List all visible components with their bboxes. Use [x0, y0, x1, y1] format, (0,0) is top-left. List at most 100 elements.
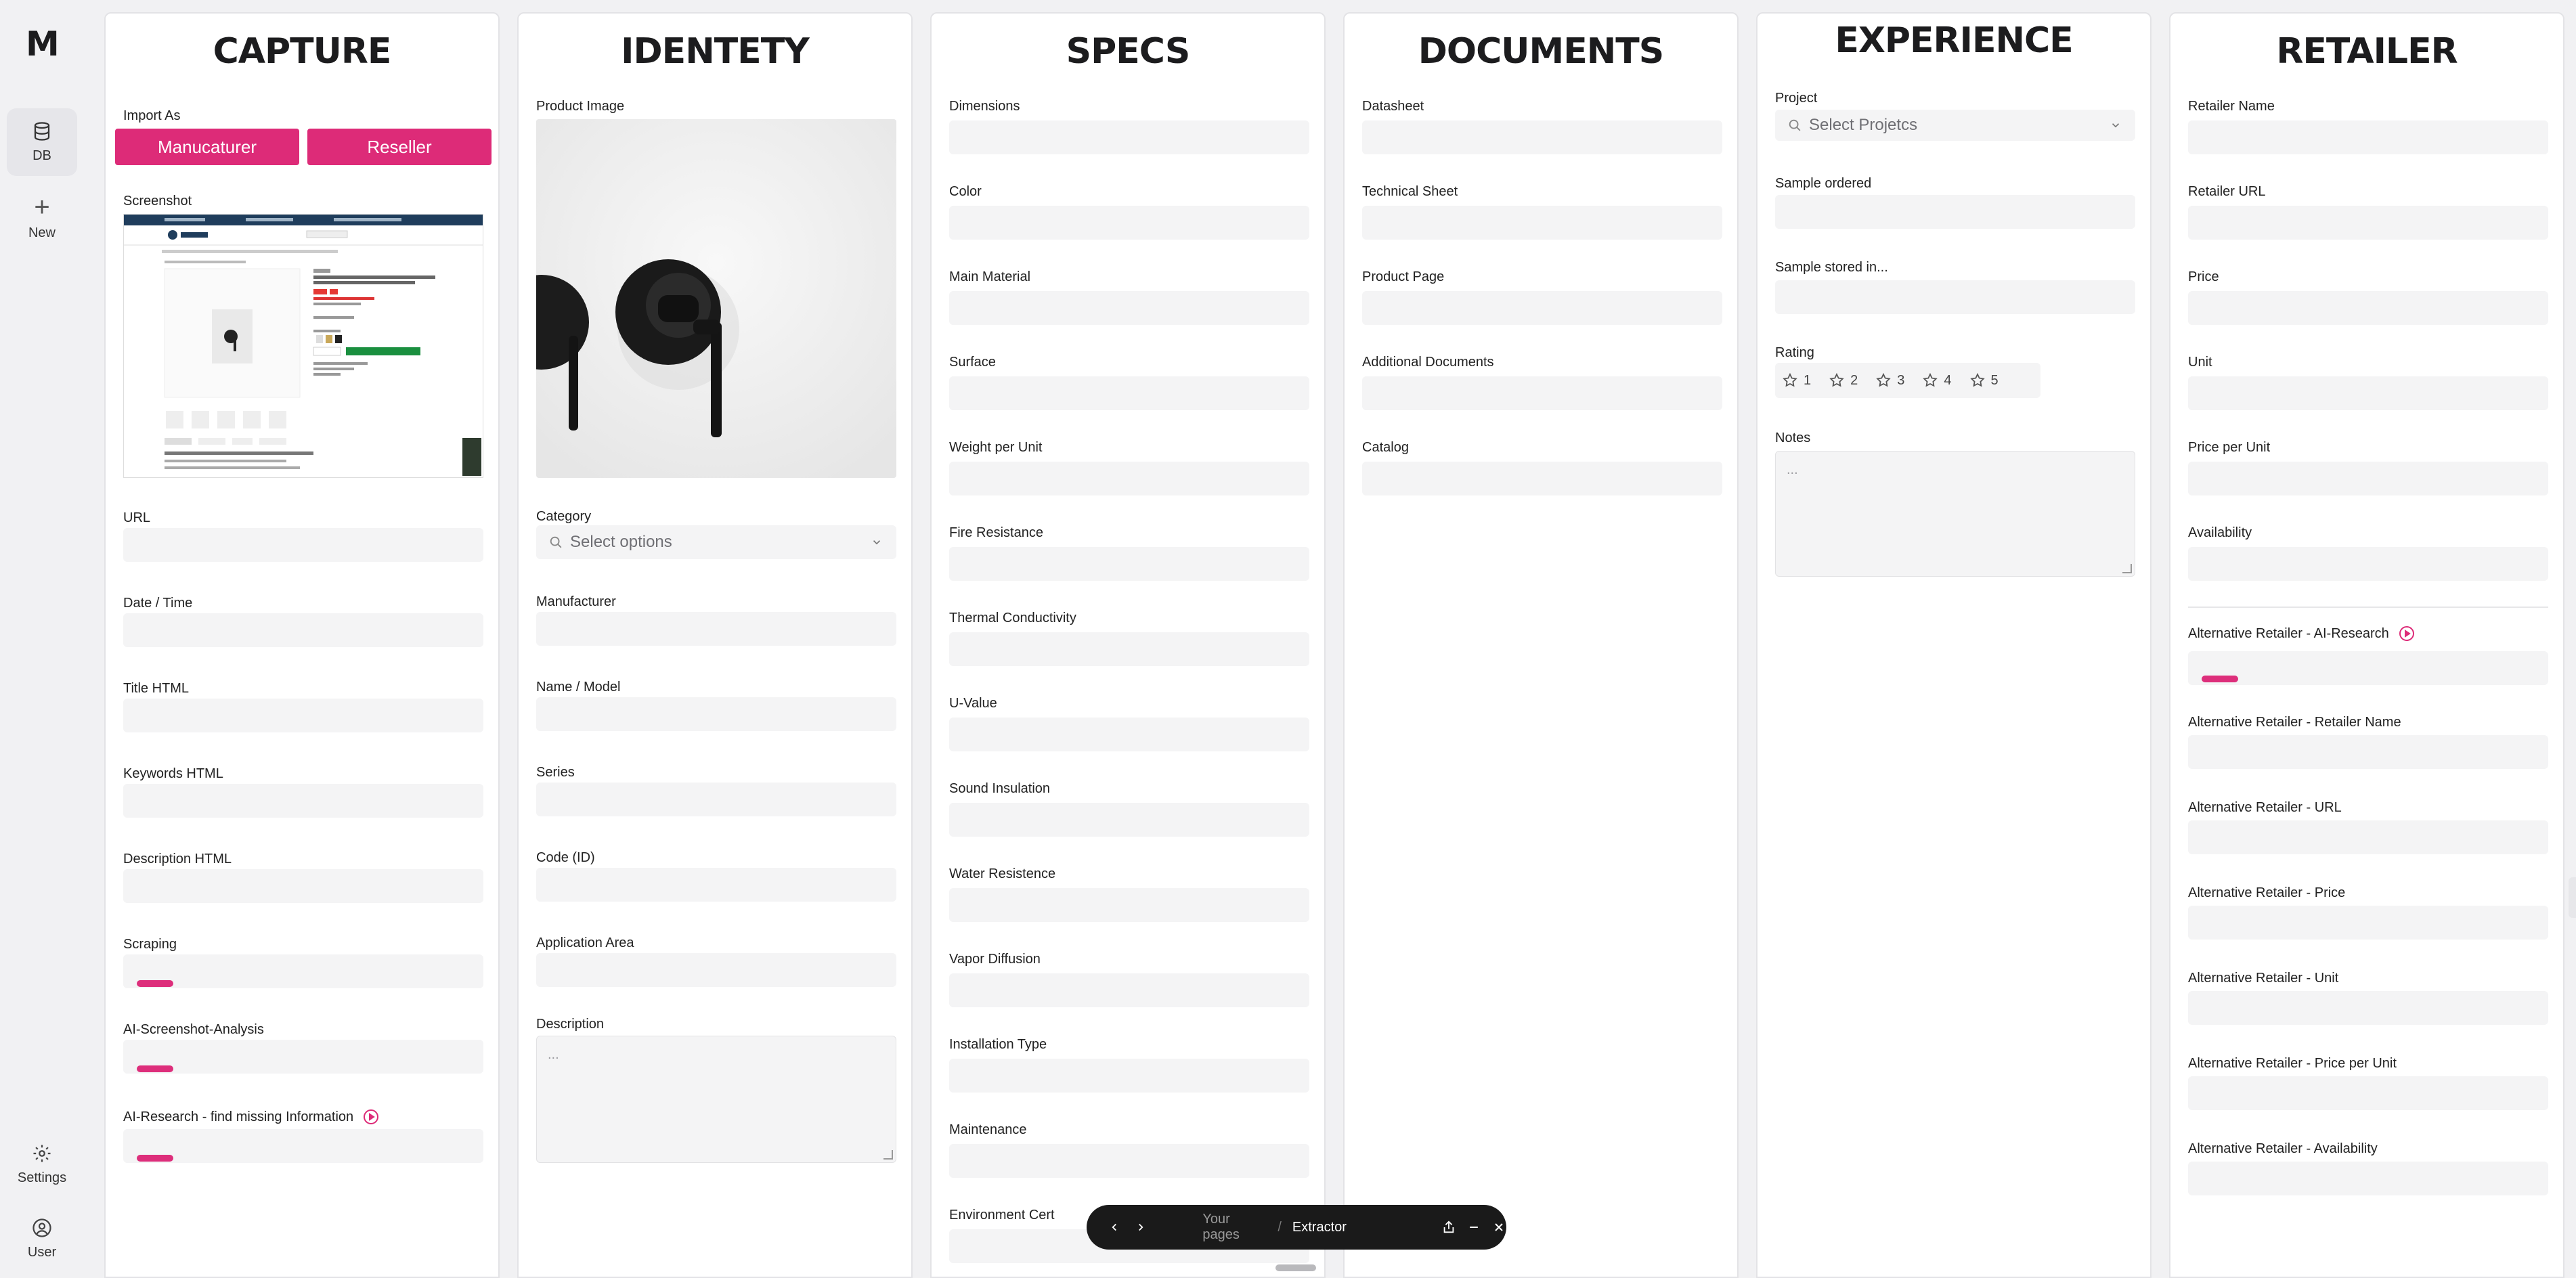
search-icon — [550, 536, 562, 548]
field-label: Retailer Name — [2188, 99, 2275, 114]
product-image[interactable] — [536, 119, 896, 478]
title-html-input[interactable] — [123, 699, 483, 732]
weight-per-unit-input[interactable] — [949, 462, 1309, 495]
alt-retailer-price-input[interactable] — [2188, 906, 2548, 940]
field-label: Technical Sheet — [1362, 184, 1458, 199]
progress-indicator — [137, 980, 173, 987]
rating-option-2[interactable]: 2 — [1829, 372, 1858, 389]
sidebar-item-label: DB — [32, 148, 51, 163]
sample-stored-input[interactable] — [1775, 280, 2135, 314]
water-resistance-input[interactable] — [949, 888, 1309, 922]
minimize-icon[interactable] — [1466, 1219, 1482, 1235]
resize-handle[interactable] — [883, 1150, 893, 1160]
play-circle-icon[interactable] — [2399, 625, 2415, 642]
share-icon[interactable] — [1441, 1219, 1457, 1235]
alt-retailer-unit-input[interactable] — [2188, 991, 2548, 1025]
rating-option-3[interactable]: 3 — [1875, 372, 1904, 389]
field-label: Code (ID) — [536, 850, 595, 865]
sample-ordered-input[interactable] — [1775, 195, 2135, 229]
chevron-right-icon[interactable] — [1133, 1219, 1149, 1235]
installation-type-input[interactable] — [949, 1059, 1309, 1093]
resize-handle[interactable] — [2122, 564, 2132, 573]
keywords-html-input[interactable] — [123, 784, 483, 818]
u-value-input[interactable] — [949, 718, 1309, 751]
additional-documents-input[interactable] — [1362, 376, 1722, 410]
application-area-input[interactable] — [536, 953, 896, 987]
rating-option-5[interactable]: 5 — [1969, 372, 1999, 389]
ai-research-label: AI-Research - find missing Information — [123, 1109, 379, 1125]
field-label: Title HTML — [123, 681, 190, 696]
description-textarea[interactable]: ... — [536, 1036, 896, 1163]
fire-resistance-input[interactable] — [949, 547, 1309, 581]
field-label: Alternative Retailer - Price — [2188, 885, 2346, 900]
import-reseller-button[interactable]: Reseller — [307, 129, 492, 165]
star-icon — [1969, 372, 1985, 387]
technical-sheet-input[interactable] — [1362, 206, 1722, 240]
project-select[interactable]: Select Projetcs — [1775, 110, 2135, 141]
capture-title: CAPTURE — [213, 31, 392, 72]
close-icon[interactable] — [1491, 1219, 1506, 1235]
code-id-input[interactable] — [536, 868, 896, 902]
datasheet-input[interactable] — [1362, 120, 1722, 154]
maintenance-input[interactable] — [949, 1144, 1309, 1178]
rating-option-1[interactable]: 1 — [1782, 372, 1811, 389]
alt-retailer-name-input[interactable] — [2188, 735, 2548, 769]
price-per-unit-input[interactable] — [2188, 462, 2548, 495]
price-input[interactable] — [2188, 291, 2548, 325]
alt-retailer-availability-input[interactable] — [2188, 1162, 2548, 1195]
retailer-name-input[interactable] — [2188, 120, 2548, 154]
catalog-input[interactable] — [1362, 462, 1722, 495]
field-label: Water Resistence — [949, 866, 1056, 881]
import-manufacturer-button[interactable]: Manucaturer — [115, 129, 299, 165]
documents-panel: DOCUMENTS Datasheet Technical Sheet Prod… — [1343, 12, 1739, 1278]
category-select[interactable]: Select options — [536, 525, 896, 559]
play-circle-icon[interactable] — [363, 1109, 379, 1125]
field-label: Dimensions — [949, 99, 1020, 114]
field-label: Price per Unit — [2188, 440, 2271, 455]
unit-input[interactable] — [2188, 376, 2548, 410]
app-logo: M — [26, 24, 60, 64]
sidebar-item-db[interactable]: DB — [7, 108, 77, 176]
vapor-diffusion-input[interactable] — [949, 973, 1309, 1007]
field-label: Alternative Retailer - Availability — [2188, 1141, 2378, 1156]
name-model-input[interactable] — [536, 697, 896, 731]
dimensions-input[interactable] — [949, 120, 1309, 154]
alt-retailer-price-per-unit-input[interactable] — [2188, 1076, 2548, 1110]
page-screenshot-thumbnail[interactable] — [123, 214, 483, 478]
url-input[interactable] — [123, 528, 483, 562]
surface-input[interactable] — [949, 376, 1309, 410]
breadcrumb-parent[interactable]: Your pages — [1202, 1212, 1267, 1243]
datetime-input[interactable] — [123, 613, 483, 647]
side-edge-tab[interactable] — [2569, 877, 2576, 918]
chevron-left-icon[interactable] — [1107, 1219, 1122, 1235]
section-divider — [2188, 607, 2548, 608]
main-material-input[interactable] — [949, 291, 1309, 325]
sidebar-item-settings[interactable]: Settings — [7, 1130, 77, 1198]
sidebar-item-new[interactable]: + New — [7, 184, 77, 252]
star-icon — [1923, 372, 1938, 387]
description-html-input[interactable] — [123, 869, 483, 903]
star-icon — [1876, 372, 1891, 387]
field-label: Maintenance — [949, 1122, 1027, 1137]
manufacturer-input[interactable] — [536, 612, 896, 646]
retailer-url-input[interactable] — [2188, 206, 2548, 240]
sound-insulation-input[interactable] — [949, 803, 1309, 837]
sidebar-item-user[interactable]: User — [7, 1205, 77, 1273]
experience-title: EXPERIENCE — [1835, 20, 2073, 61]
thermal-conductivity-input[interactable] — [949, 632, 1309, 666]
scroll-handle[interactable] — [1275, 1264, 1316, 1271]
rating-option-4[interactable]: 4 — [1922, 372, 1952, 389]
field-label: Surface — [949, 355, 996, 370]
breadcrumb-current: Extractor — [1292, 1219, 1347, 1235]
color-input[interactable] — [949, 206, 1309, 240]
notes-textarea[interactable]: ... — [1775, 451, 2135, 577]
field-label: Environment Cert — [949, 1208, 1055, 1222]
alt-retailer-url-input[interactable] — [2188, 820, 2548, 854]
project-placeholder: Select Projetcs — [1809, 116, 1918, 134]
ai-screenshot-analysis-progress — [123, 1040, 483, 1074]
alt-ai-research-label: Alternative Retailer - AI-Research — [2188, 625, 2415, 642]
series-input[interactable] — [536, 783, 896, 816]
availability-input[interactable] — [2188, 547, 2548, 581]
description-label: Description — [536, 1017, 605, 1032]
product-page-input[interactable] — [1362, 291, 1722, 325]
